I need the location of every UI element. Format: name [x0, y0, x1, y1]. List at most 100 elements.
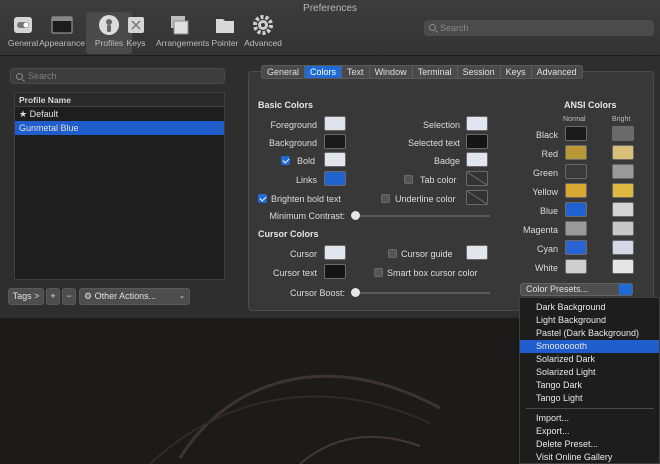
basic-colors-title: Basic Colors	[258, 100, 314, 110]
menu-item-export[interactable]: Export...	[520, 425, 659, 438]
ansi-normal-header: Normal	[563, 116, 586, 123]
underline-color-label: Underline color	[395, 194, 456, 204]
menu-item-delete-preset[interactable]: Delete Preset...	[520, 438, 659, 451]
toolbar-advanced[interactable]: Advanced	[240, 12, 286, 54]
minimum-contrast-slider[interactable]	[352, 215, 490, 217]
menu-item-light-background[interactable]: Light Background	[520, 314, 659, 327]
ansi-normal-swatch-green[interactable]	[565, 164, 587, 179]
ansi-normal-swatch-blue[interactable]	[565, 202, 587, 217]
menu-item-visit-gallery[interactable]: Visit Online Gallery	[520, 451, 659, 464]
brighten-bold-checkbox[interactable]	[258, 194, 267, 203]
profile-list-header: Profile Name	[15, 93, 224, 107]
ansi-normal-swatch-black[interactable]	[565, 126, 587, 141]
selection-label: Selection	[422, 120, 460, 130]
bold-label: Bold	[297, 156, 316, 166]
underline-color-swatch[interactable]	[466, 190, 488, 205]
ansi-normal-swatch-cyan[interactable]	[565, 240, 587, 255]
ansi-bright-swatch-blue[interactable]	[612, 202, 634, 217]
smart-box-label: Smart box cursor color	[387, 268, 478, 278]
ansi-bright-swatch-cyan[interactable]	[612, 240, 634, 255]
links-label: Links	[295, 175, 317, 185]
tab-text[interactable]: Text	[342, 66, 370, 78]
ansi-label-green: Green	[532, 168, 558, 178]
bold-checkbox[interactable]	[281, 156, 290, 165]
selection-swatch[interactable]	[466, 116, 488, 131]
remove-profile-button[interactable]: −	[62, 288, 76, 305]
ansi-normal-swatch-red[interactable]	[565, 145, 587, 160]
profile-item-label: Gunmetal Blue	[19, 123, 79, 133]
cursor-boost-slider[interactable]	[352, 292, 490, 294]
tab-color-swatch[interactable]	[466, 171, 488, 186]
tab-colors[interactable]: Colors	[305, 66, 343, 78]
terminal-swirl-graphic	[149, 374, 441, 464]
preferences-search-input[interactable]: Search	[424, 20, 654, 36]
menu-item-solarized-light[interactable]: Solarized Light	[520, 366, 659, 379]
foreground-label: Foreground	[270, 120, 317, 130]
tab-window[interactable]: Window	[370, 66, 413, 78]
ansi-bright-swatch-yellow[interactable]	[612, 183, 634, 198]
minimum-contrast-knob[interactable]	[351, 211, 360, 220]
window-titlebar: Preferences General Appearance Profiles …	[0, 0, 660, 56]
profile-search-input[interactable]: Search	[10, 68, 225, 84]
tab-color-checkbox[interactable]	[404, 175, 413, 184]
cursor-guide-checkbox[interactable]	[388, 249, 397, 258]
ansi-label-red: Red	[541, 149, 558, 159]
advanced-gear-icon	[253, 15, 273, 35]
ansi-bright-swatch-green[interactable]	[612, 164, 634, 179]
underline-color-checkbox[interactable]	[381, 194, 390, 203]
cursor-boost-knob[interactable]	[351, 288, 360, 297]
profile-item-label: Default	[29, 109, 59, 119]
menu-item-smooooooth[interactable]: Smooooooth	[520, 340, 659, 353]
menu-item-import[interactable]: Import...	[520, 412, 659, 425]
color-presets-button[interactable]: Color Presets...	[520, 283, 633, 296]
tab-advanced[interactable]: Advanced	[532, 66, 582, 78]
menu-item-pastel[interactable]: Pastel (Dark Background)	[520, 327, 659, 340]
links-swatch[interactable]	[324, 171, 346, 186]
toolbar-arrangements[interactable]: Arrangements	[156, 12, 209, 54]
ansi-normal-swatch-magenta[interactable]	[565, 221, 587, 236]
cursor-text-swatch[interactable]	[324, 264, 346, 279]
selected-text-label: Selected text	[407, 138, 460, 148]
toolbar-appearance[interactable]: Appearance	[39, 12, 85, 54]
tab-keys[interactable]: Keys	[501, 66, 532, 78]
toolbar-advanced-label: Advanced	[244, 38, 282, 48]
menu-item-dark-background[interactable]: Dark Background	[520, 301, 659, 314]
background-swatch[interactable]	[324, 134, 346, 149]
profile-item-gunmetal-blue[interactable]: Gunmetal Blue	[15, 121, 224, 135]
tab-color-label: Tab color	[420, 175, 457, 185]
badge-swatch[interactable]	[466, 152, 488, 167]
cursor-guide-label: Cursor guide	[401, 249, 453, 259]
toolbar-keys[interactable]: Keys	[113, 12, 159, 54]
profile-item-default[interactable]: ★ Default	[15, 107, 224, 121]
selected-text-swatch[interactable]	[466, 134, 488, 149]
menu-item-solarized-dark[interactable]: Solarized Dark	[520, 353, 659, 366]
ansi-normal-swatch-yellow[interactable]	[565, 183, 587, 198]
cursor-colors-title: Cursor Colors	[258, 229, 319, 239]
smart-box-checkbox[interactable]	[374, 268, 383, 277]
ansi-bright-swatch-black[interactable]	[612, 126, 634, 141]
toolbar-keys-label: Keys	[126, 38, 146, 48]
ansi-normal-swatch-white[interactable]	[565, 259, 587, 274]
tab-session[interactable]: Session	[458, 66, 501, 78]
search-icon	[429, 24, 436, 31]
cursor-guide-swatch[interactable]	[466, 245, 488, 260]
foreground-swatch[interactable]	[324, 116, 346, 131]
ansi-label-white: White	[534, 263, 558, 273]
menu-separator	[526, 408, 654, 409]
menu-item-tango-dark[interactable]: Tango Dark	[520, 379, 659, 392]
tags-button[interactable]: Tags >	[8, 288, 44, 305]
ansi-bright-swatch-white[interactable]	[612, 259, 634, 274]
tab-general[interactable]: General	[262, 66, 306, 78]
cursor-swatch[interactable]	[324, 245, 346, 260]
color-presets-menu: Dark Background Light Background Pastel …	[519, 297, 660, 464]
terminal-background	[0, 318, 519, 464]
bold-swatch[interactable]	[324, 152, 346, 167]
tab-terminal[interactable]: Terminal	[413, 66, 458, 78]
ansi-colors-title: ANSI Colors	[564, 100, 617, 110]
other-actions-button[interactable]: ⚙ Other Actions... ⌄	[79, 288, 190, 305]
brighten-bold-label: Brighten bold text	[271, 194, 342, 204]
ansi-bright-swatch-magenta[interactable]	[612, 221, 634, 236]
add-profile-button[interactable]: +	[46, 288, 60, 305]
menu-item-tango-light[interactable]: Tango Light	[520, 392, 659, 405]
ansi-bright-swatch-red[interactable]	[612, 145, 634, 160]
